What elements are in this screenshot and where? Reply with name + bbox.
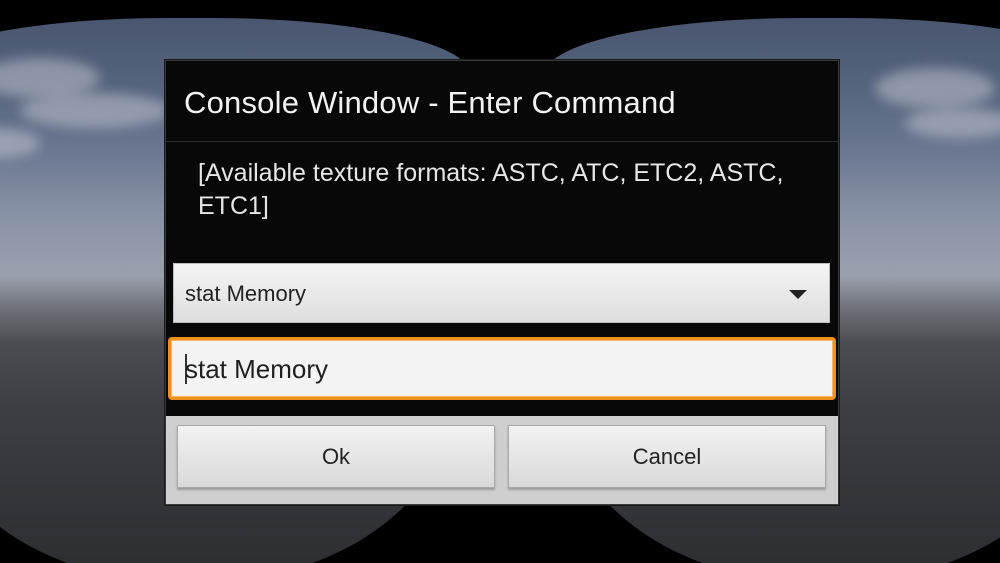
dialog-message: [Available texture formats: ASTC, ATC, E… <box>198 159 784 220</box>
button-bar: Ok Cancel <box>166 416 838 504</box>
command-input-value: stat Memory <box>185 354 329 384</box>
dialog-title: Console Window - Enter Command <box>184 85 676 120</box>
dropdown-selected-value: stat Memory <box>185 281 307 306</box>
cancel-button[interactable]: Cancel <box>508 425 826 488</box>
command-input[interactable]: stat Memory <box>168 337 836 400</box>
chevron-down-icon[interactable] <box>789 290 807 299</box>
command-history-dropdown[interactable]: stat Memory <box>173 263 830 323</box>
console-dialog: Console Window - Enter Command [Availabl… <box>165 60 839 505</box>
vr-viewport: Console Window - Enter Command [Availabl… <box>0 0 1000 563</box>
ok-button[interactable]: Ok <box>177 425 495 488</box>
title-divider <box>166 141 838 142</box>
